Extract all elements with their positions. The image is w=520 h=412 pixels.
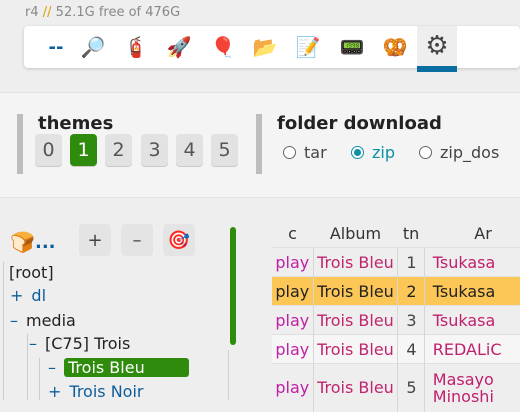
tree-guide bbox=[39, 358, 40, 400]
memo-glyph: 📝 bbox=[295, 35, 321, 59]
album-cell: Trois Bleu bbox=[312, 276, 398, 306]
tree-node-trois-noir[interactable]: + Trois Noir bbox=[48, 382, 144, 401]
play-link[interactable]: play bbox=[272, 334, 314, 364]
tree-node-media[interactable]: – media bbox=[10, 311, 76, 330]
tree-scrollbar[interactable] bbox=[230, 227, 236, 345]
tree-collapse-button[interactable]: – bbox=[121, 224, 153, 256]
pretzel-glyph: 🥨 bbox=[382, 35, 408, 59]
track-number-cell: 3 bbox=[397, 305, 425, 335]
artist-line-2: Minoshi bbox=[432, 386, 494, 406]
album-cell: Trois Bleu bbox=[312, 247, 398, 277]
tree-toggle[interactable]: – bbox=[10, 311, 18, 330]
gear-icon[interactable]: ⚙ bbox=[417, 26, 457, 72]
radio-tar[interactable]: tar bbox=[283, 143, 327, 162]
pager-glyph: 📟 bbox=[339, 35, 365, 59]
disk-status: r4 // 52.1G free of 476G bbox=[25, 5, 180, 20]
tree-expand-button[interactable]: + bbox=[79, 224, 111, 256]
tree-guide bbox=[27, 334, 28, 400]
themes-title: themes bbox=[38, 113, 114, 134]
status-prefix: r4 bbox=[25, 5, 39, 20]
download-group-bar bbox=[256, 114, 262, 174]
bread-icon[interactable]: 🍞 bbox=[10, 230, 35, 254]
track-number-cell: 1 bbox=[397, 247, 425, 277]
tree-node-trois-bleu[interactable]: – Trois Bleu bbox=[48, 358, 189, 377]
ops-toolbar: -- 🔎 🧯 🚀 🎈 📂 📝 📟 🥨 ⚙ bbox=[24, 26, 520, 72]
balloon-glyph: 🎈 bbox=[210, 35, 236, 59]
artist-cell: Tsukasa bbox=[423, 305, 520, 335]
radio-label-tar: tar bbox=[304, 143, 327, 162]
file-table: c Album tn Ar play Trois Bleu 1 Tsukasa … bbox=[272, 219, 520, 412]
radio-label-zip: zip bbox=[372, 143, 395, 162]
radio-zip[interactable]: zip bbox=[351, 143, 395, 162]
album-cell: Trois Bleu bbox=[312, 305, 398, 335]
tree-toggle[interactable]: + bbox=[10, 286, 23, 305]
artist-cell: Tsukasa bbox=[423, 276, 520, 306]
status-free-space: 52.1G free of 476G bbox=[55, 5, 181, 20]
play-link[interactable]: play bbox=[272, 305, 314, 335]
column-header-artist[interactable]: Ar bbox=[424, 219, 520, 248]
radio-dot bbox=[283, 146, 296, 159]
collapse-button[interactable]: -- bbox=[36, 27, 76, 67]
extinguisher-glyph: 🧯 bbox=[123, 35, 149, 59]
tree-node-label: [C75] Trois bbox=[45, 334, 131, 353]
tree-node-label: Trois Noir bbox=[69, 382, 144, 401]
play-link[interactable]: play bbox=[272, 247, 314, 277]
tree-toggle[interactable]: – bbox=[48, 358, 56, 377]
track-number-cell: 2 bbox=[397, 276, 425, 306]
play-link[interactable]: play bbox=[272, 363, 314, 412]
tree-node-label: media bbox=[26, 311, 76, 330]
tree-node-label: [root] bbox=[9, 263, 54, 282]
folder-glyph: 📂 bbox=[252, 35, 278, 59]
column-header-album[interactable]: Album bbox=[313, 219, 398, 248]
album-cell: Trois Bleu bbox=[312, 363, 398, 412]
tree-toggle[interactable]: + bbox=[48, 382, 61, 401]
tree-node-root[interactable]: [root] bbox=[9, 263, 54, 282]
balloon-icon[interactable]: 🎈 bbox=[203, 27, 243, 67]
tree-node-label: Trois Bleu bbox=[64, 358, 189, 377]
radio-dot bbox=[419, 146, 432, 159]
column-header-tn[interactable]: tn bbox=[398, 219, 424, 248]
tree-ellipsis[interactable]: ... bbox=[35, 232, 56, 253]
radio-label-zip-dos: zip_dos bbox=[440, 143, 500, 162]
tree-node-c75-trois[interactable]: – [C75] Trois bbox=[29, 334, 130, 353]
track-number-cell: 4 bbox=[397, 334, 425, 364]
theme-1-button[interactable]: 1 bbox=[70, 134, 97, 166]
rocket-icon[interactable]: 🚀 bbox=[159, 27, 199, 67]
gear-glyph: ⚙ bbox=[425, 31, 449, 61]
artist-cell: Tsukasa bbox=[423, 247, 520, 277]
tree-divider bbox=[228, 350, 229, 400]
theme-4-button[interactable]: 4 bbox=[176, 134, 203, 166]
status-separator: // bbox=[42, 5, 52, 20]
dash-label: -- bbox=[48, 36, 64, 58]
themes-group-bar bbox=[17, 114, 23, 174]
theme-2-button[interactable]: 2 bbox=[105, 134, 132, 166]
tree-node-label: dl bbox=[31, 286, 47, 305]
radio-dot bbox=[351, 146, 364, 159]
play-link[interactable]: play bbox=[272, 276, 314, 306]
theme-3-button[interactable]: 3 bbox=[141, 134, 168, 166]
tree-guide bbox=[3, 262, 4, 400]
theme-5-button[interactable]: 5 bbox=[211, 134, 238, 166]
search-glyph: 🔎 bbox=[80, 35, 106, 59]
artist-line-1: Masayo bbox=[432, 369, 494, 389]
rocket-glyph: 🚀 bbox=[166, 35, 192, 59]
theme-0-button[interactable]: 0 bbox=[35, 134, 62, 166]
memo-icon[interactable]: 📝 bbox=[288, 27, 328, 67]
artist-cell: Masayo Minoshi bbox=[423, 363, 520, 412]
tree-node-dl[interactable]: + dl bbox=[10, 286, 46, 305]
artist-cell: REDALiC bbox=[423, 334, 520, 364]
search-icon[interactable]: 🔎 bbox=[73, 27, 113, 67]
folder-download-title: folder download bbox=[277, 113, 442, 134]
target-icon[interactable]: 🎯 bbox=[163, 224, 195, 256]
radio-zip-dos[interactable]: zip_dos bbox=[419, 143, 499, 162]
pager-icon[interactable]: 📟 bbox=[332, 27, 372, 67]
pretzel-icon[interactable]: 🥨 bbox=[375, 27, 415, 67]
album-cell: Trois Bleu bbox=[312, 334, 398, 364]
column-header-c[interactable]: c bbox=[272, 219, 313, 248]
tree-toggle[interactable]: – bbox=[29, 334, 37, 353]
folder-icon[interactable]: 📂 bbox=[245, 27, 285, 67]
fire-extinguisher-icon[interactable]: 🧯 bbox=[116, 27, 156, 67]
track-number-cell: 5 bbox=[397, 363, 425, 412]
